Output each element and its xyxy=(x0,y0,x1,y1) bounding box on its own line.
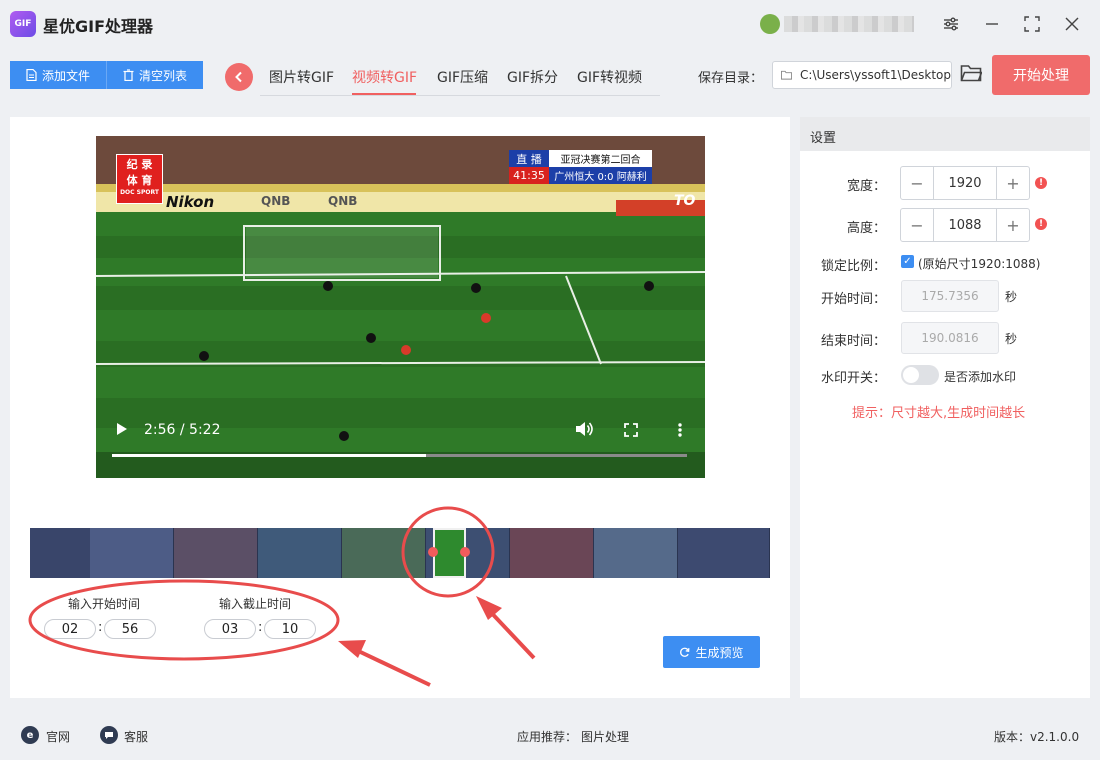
original-size-note: (原始尺寸1920:1088) xyxy=(918,257,1041,271)
start-time-field: 175.7356 xyxy=(901,280,999,312)
width-decrement-button[interactable]: − xyxy=(901,167,933,199)
lock-ratio-checkbox[interactable]: ✓ xyxy=(901,255,914,268)
start-time-unit: 秒 xyxy=(1005,290,1018,304)
annotation-ellipse xyxy=(28,579,340,661)
height-warning-icon: ! xyxy=(1035,218,1047,230)
recommend-label: 应用推荐： xyxy=(517,730,578,744)
height-increment-button[interactable]: + xyxy=(997,209,1029,241)
end-time-field: 190.0816 xyxy=(901,322,999,354)
website-link[interactable]: 官网 xyxy=(46,728,70,745)
width-warning-icon: ! xyxy=(1035,177,1047,189)
height-stepper[interactable]: − 1088 + xyxy=(900,208,1030,242)
support-link[interactable]: 客服 xyxy=(124,728,148,745)
annotation-circle xyxy=(401,506,495,598)
height-value[interactable]: 1088 xyxy=(933,209,997,241)
watermark-toggle-knob[interactable] xyxy=(903,367,919,383)
annotation-arrow-handles xyxy=(476,596,536,660)
annotation-arrow-inputs xyxy=(338,640,431,687)
width-stepper[interactable]: − 1920 + xyxy=(900,166,1030,200)
lock-ratio-label: 锁定比例： xyxy=(820,259,886,274)
settings-header: 设置 xyxy=(800,117,1090,151)
watermark-note: 是否添加水印 xyxy=(944,370,1017,384)
width-increment-button[interactable]: + xyxy=(997,167,1029,199)
width-label: 宽度： xyxy=(846,179,886,194)
end-time-setting-label: 结束时间： xyxy=(820,334,886,349)
version-label: 版本：v2.1.0.0 xyxy=(994,730,1080,744)
size-tip: 提示：尺寸越大,生成时间越长 xyxy=(852,406,1026,421)
recommend-link[interactable]: 图片处理 xyxy=(581,728,629,745)
height-decrement-button[interactable]: − xyxy=(901,209,933,241)
width-value[interactable]: 1920 xyxy=(933,167,997,199)
height-label: 高度： xyxy=(846,221,886,236)
chat-icon[interactable] xyxy=(100,726,118,744)
watermark-label: 水印开关： xyxy=(820,371,886,386)
start-time-setting-label: 开始时间： xyxy=(820,292,886,307)
end-time-unit: 秒 xyxy=(1005,332,1018,346)
website-icon[interactable]: e xyxy=(21,726,39,744)
